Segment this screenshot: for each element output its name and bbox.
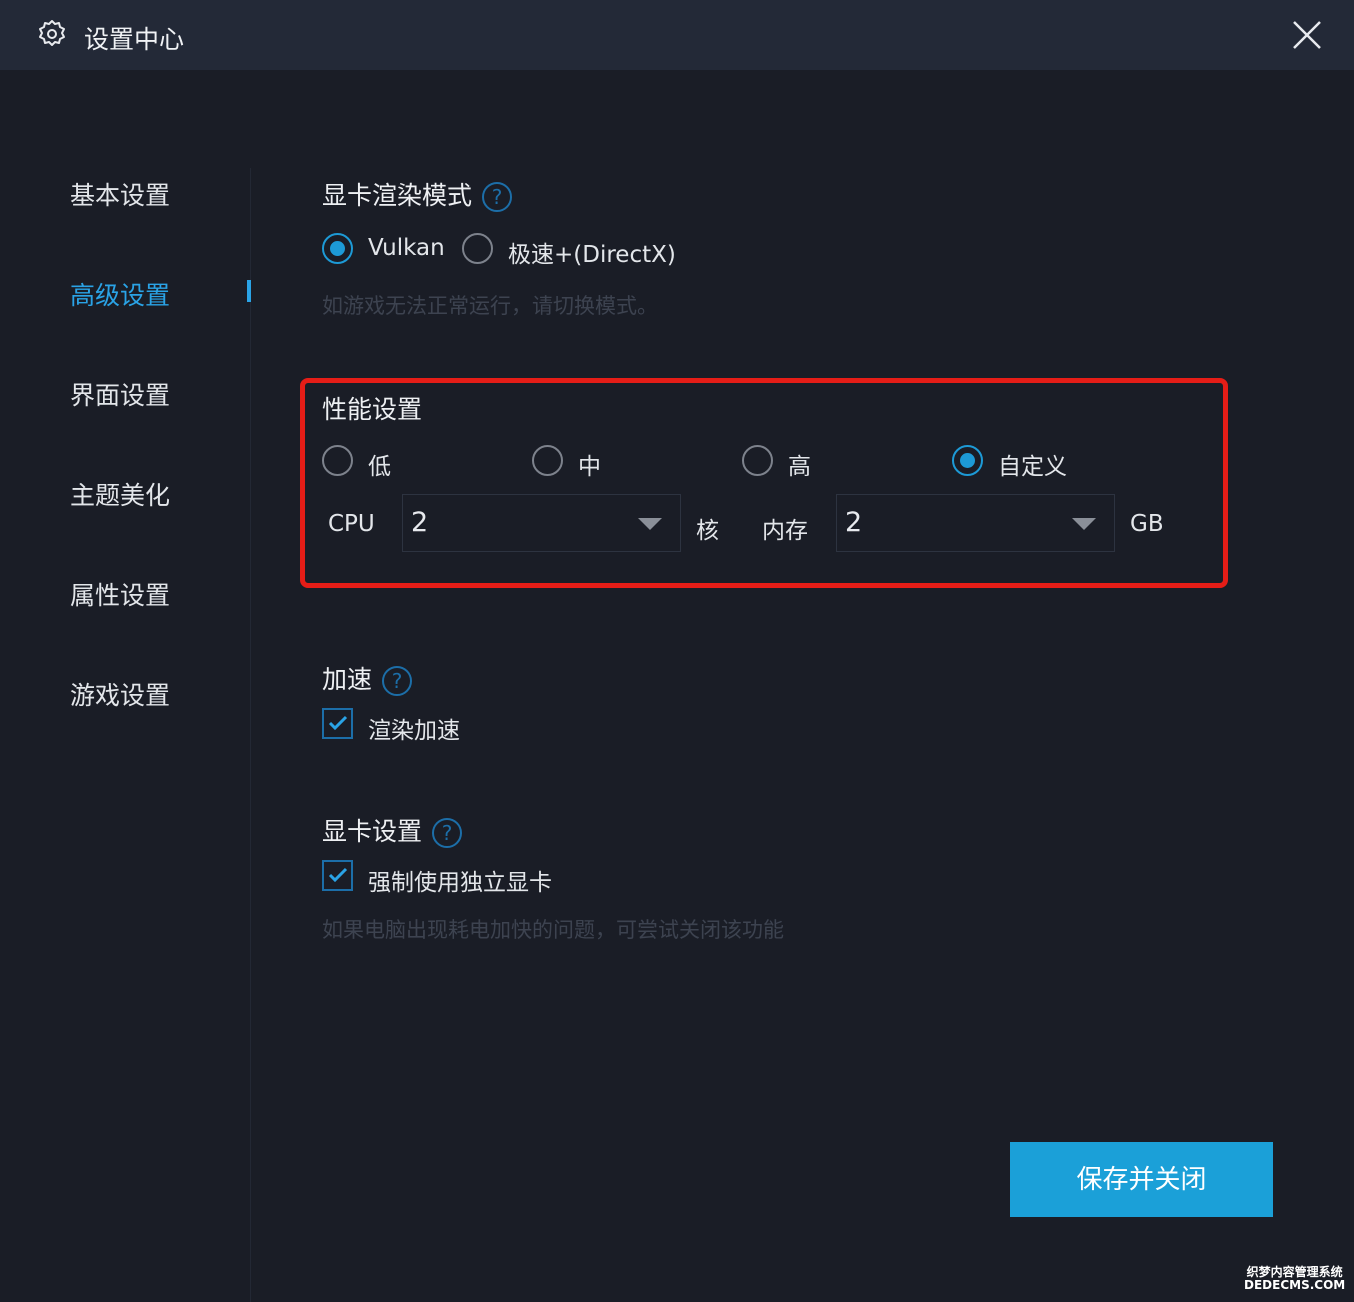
cpu-select[interactable]: 2 <box>402 494 681 552</box>
watermark-line2: DEDECMS.COM <box>1244 1278 1346 1292</box>
chevron-down-icon <box>638 518 662 530</box>
close-icon[interactable] <box>1290 18 1324 52</box>
force-dedicated-checkbox[interactable] <box>322 860 353 891</box>
memory-value: 2 <box>845 507 863 538</box>
gpu-hint: 如果电脑出现耗电加快的问题，可尝试关闭该功能 <box>322 918 784 942</box>
acceleration-title: 加速 <box>322 665 373 694</box>
check-icon <box>328 715 348 731</box>
memory-label: 内存 <box>762 518 808 544</box>
sidebar-item-theme[interactable]: 主题美化 <box>70 476 170 512</box>
cpu-label: CPU <box>328 511 375 537</box>
sidebar-item-interface[interactable]: 界面设置 <box>70 376 170 412</box>
window-title: 设置中心 <box>84 25 185 54</box>
radio-medium[interactable] <box>532 445 563 476</box>
watermark-logo: 织梦内容管理系统 DEDECMS.COM <box>1244 1266 1345 1292</box>
cpu-unit: 核 <box>696 518 719 544</box>
check-icon <box>328 867 348 883</box>
radio-high[interactable] <box>742 445 773 476</box>
help-icon[interactable]: ? <box>482 182 513 212</box>
low-label: 低 <box>368 454 391 480</box>
high-label: 高 <box>788 454 811 480</box>
radio-custom[interactable] <box>952 445 983 476</box>
radio-low[interactable] <box>322 445 353 476</box>
chevron-down-icon <box>1072 518 1096 530</box>
memory-unit: GB <box>1130 511 1164 537</box>
sidebar-item-properties[interactable]: 属性设置 <box>70 576 170 612</box>
sidebar-item-advanced[interactable]: 高级设置 <box>70 276 170 312</box>
gpu-heading: 显卡设置? <box>322 812 463 848</box>
gear-icon <box>39 20 65 46</box>
active-indicator <box>247 280 251 302</box>
help-icon[interactable]: ? <box>382 666 413 696</box>
render-accel-checkbox[interactable] <box>322 708 353 739</box>
force-dedicated-label: 强制使用独立显卡 <box>368 870 552 896</box>
performance-title: 性能设置 <box>322 395 423 424</box>
acceleration-heading: 加速? <box>322 660 413 696</box>
sidebar-item-basic[interactable]: 基本设置 <box>70 176 170 212</box>
custom-label: 自定义 <box>998 454 1067 480</box>
memory-select[interactable]: 2 <box>836 494 1115 552</box>
help-icon[interactable]: ? <box>432 818 463 848</box>
highlight-box <box>300 378 1228 588</box>
title-bar: 设置中心 <box>0 0 1354 70</box>
medium-label: 中 <box>578 454 601 480</box>
cpu-value: 2 <box>411 507 429 538</box>
sidebar-item-game[interactable]: 游戏设置 <box>70 676 170 712</box>
render-mode-title: 显卡渲染模式 <box>322 181 473 210</box>
gpu-title: 显卡设置 <box>322 817 423 846</box>
sidebar-divider <box>250 168 251 1302</box>
render-mode-hint: 如游戏无法正常运行，请切换模式。 <box>322 294 658 318</box>
vulkan-label: Vulkan <box>368 235 445 261</box>
radio-vulkan[interactable] <box>322 233 353 264</box>
render-accel-label: 渲染加速 <box>368 718 460 744</box>
render-mode-heading: 显卡渲染模式? <box>322 176 513 212</box>
directx-label: 极速+(DirectX) <box>508 242 676 268</box>
radio-directx[interactable] <box>462 233 493 264</box>
save-and-close-button[interactable]: 保存并关闭 <box>1010 1142 1273 1217</box>
